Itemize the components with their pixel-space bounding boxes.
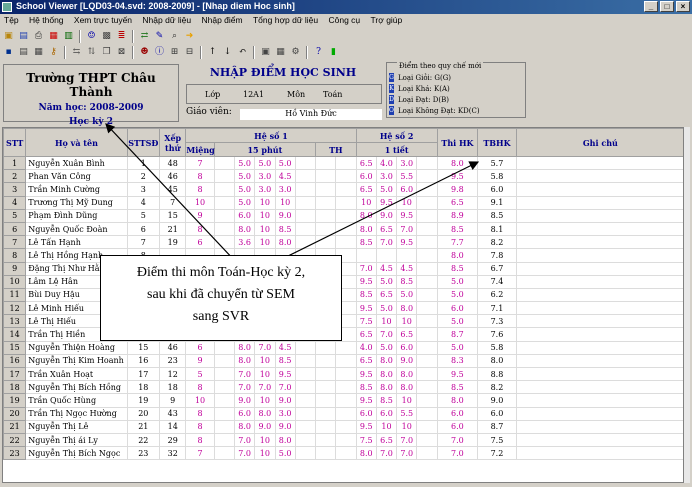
arrow-to-semester bbox=[105, 123, 237, 263]
arrow-to-exam-column bbox=[279, 161, 480, 261]
callout-line-2: sau khi đã chuyển từ SEM bbox=[147, 287, 295, 302]
annotation-callout: Điểm thi môn Toán-Học kỳ 2, sau khi đã c… bbox=[100, 255, 342, 341]
callout-line-3: sang SVR bbox=[192, 309, 250, 324]
callout-line-1: Điểm thi môn Toán-Học kỳ 2, bbox=[136, 265, 306, 280]
annotation-arrows bbox=[105, 123, 480, 263]
